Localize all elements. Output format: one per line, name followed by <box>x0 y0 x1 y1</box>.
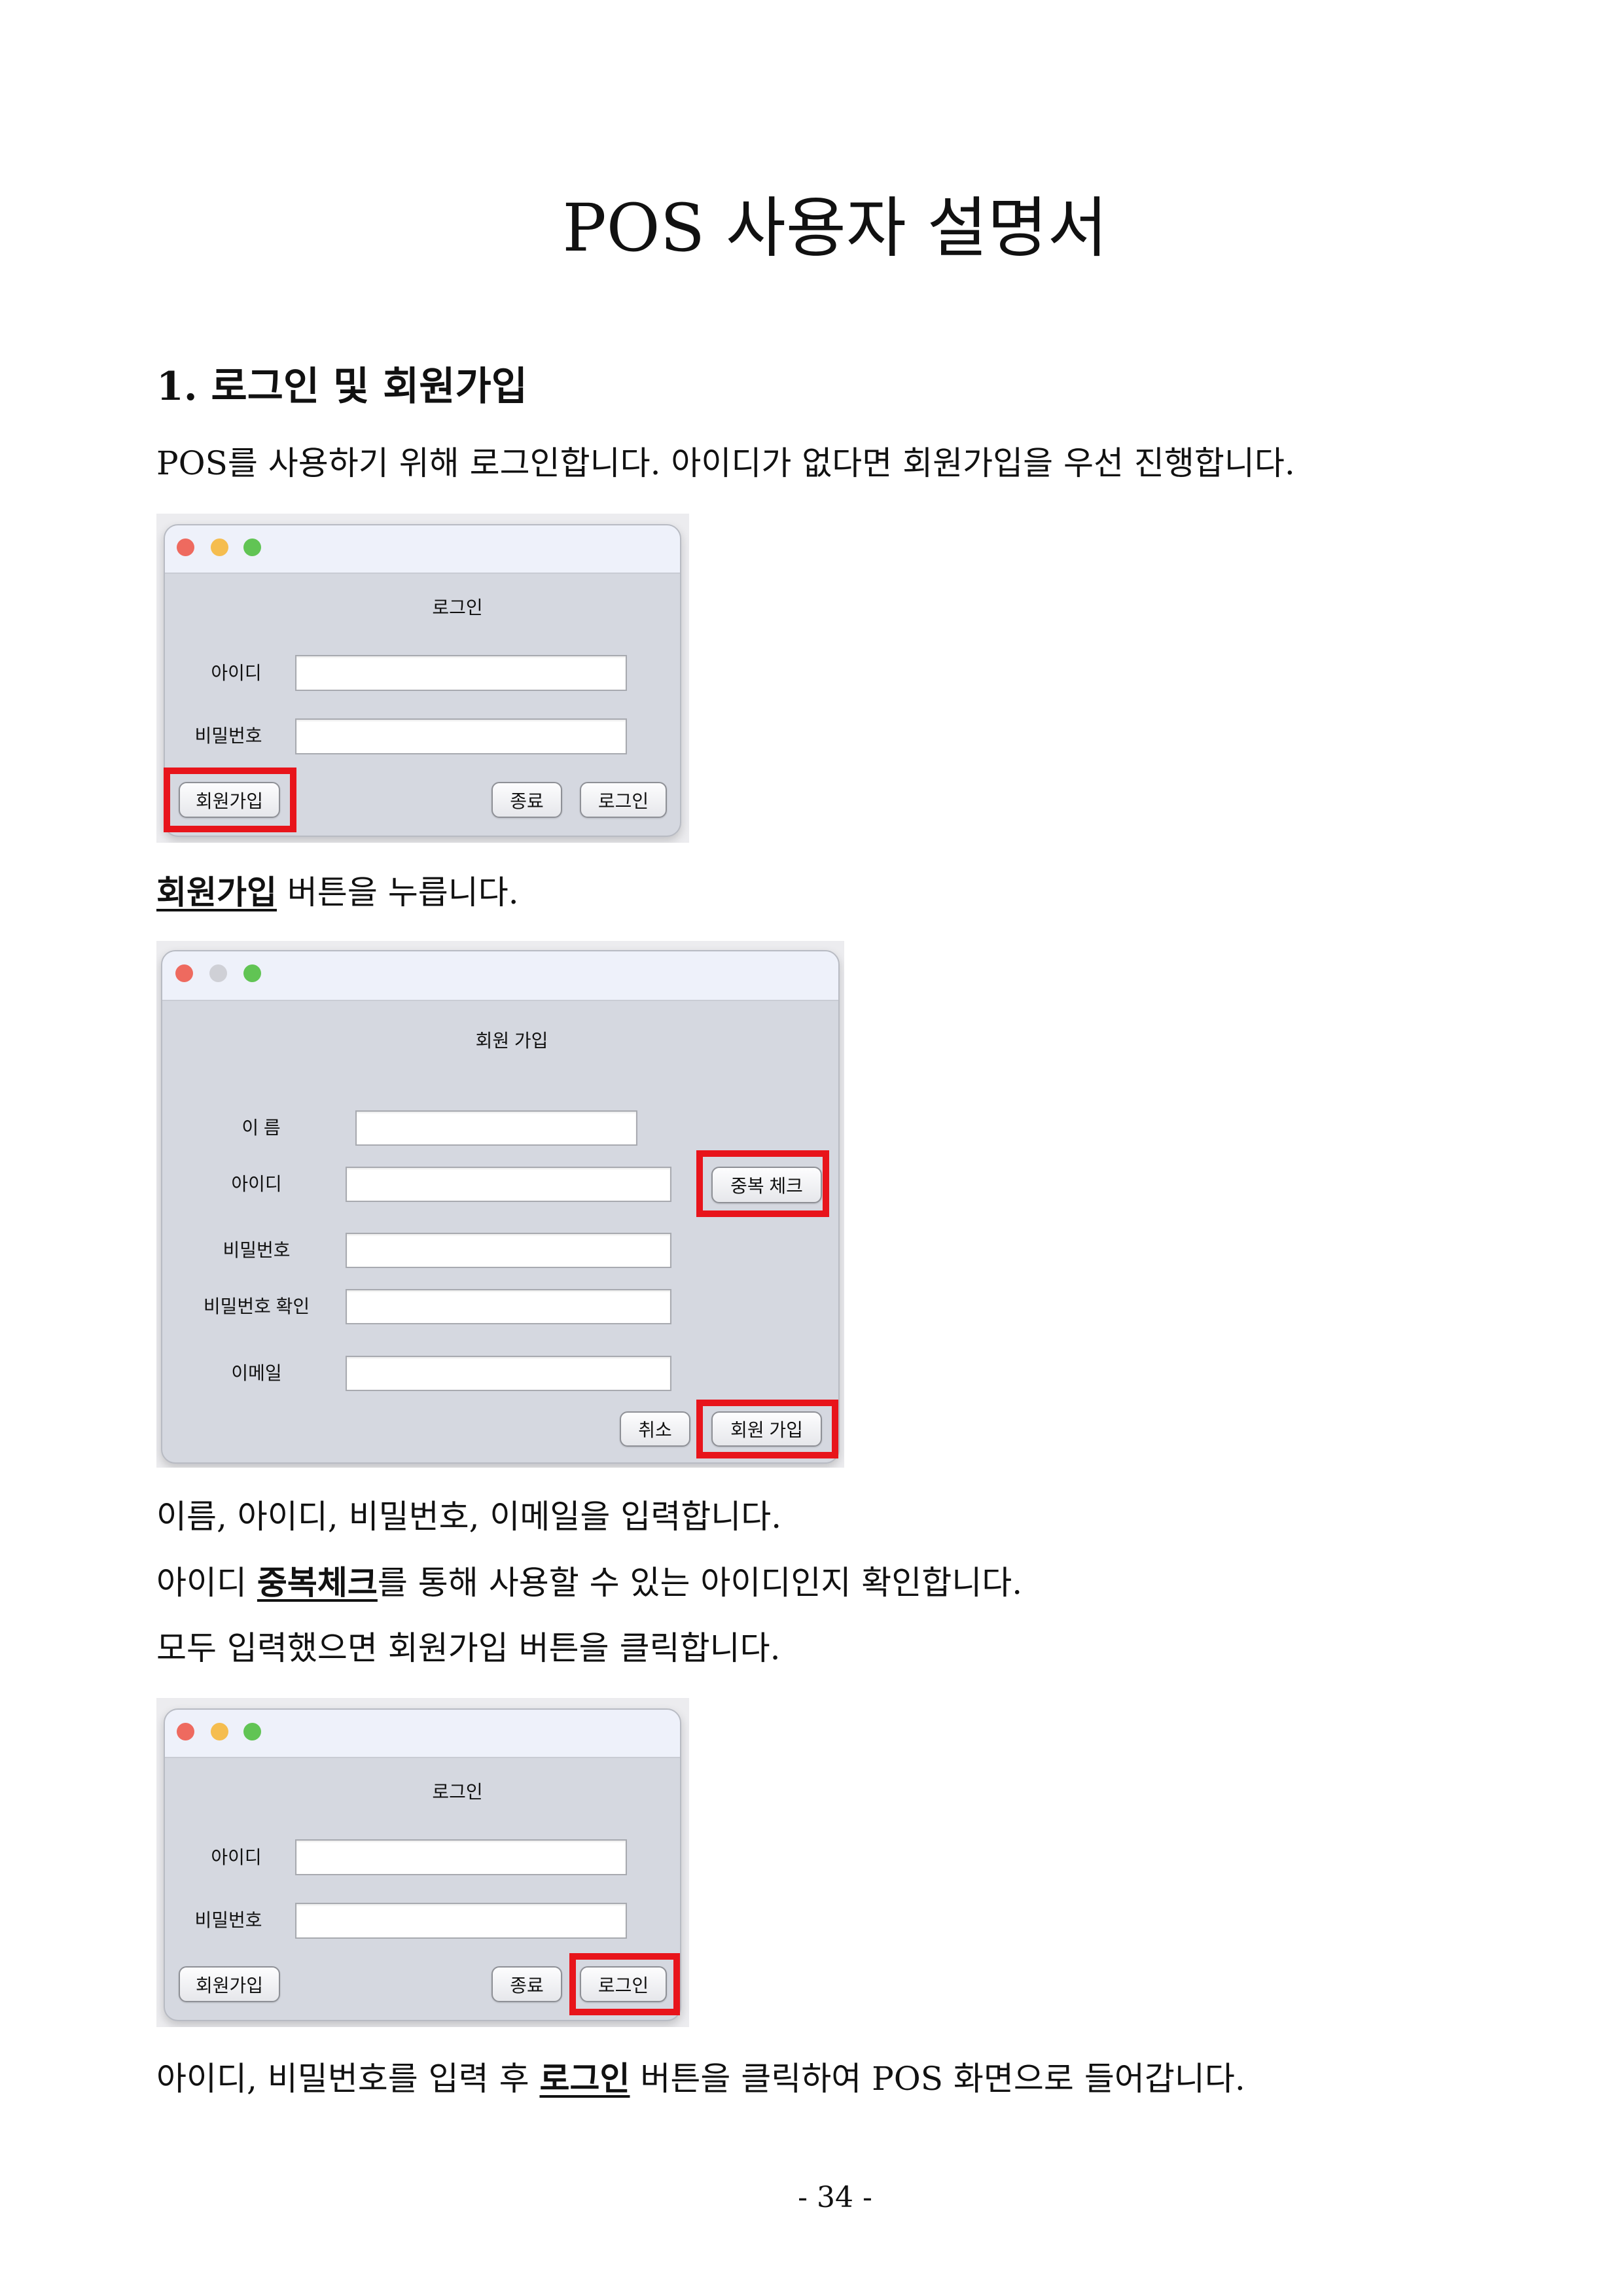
login-button: 로그인 <box>580 782 667 818</box>
id-label: 아이디 <box>211 663 262 683</box>
section-heading: 1. 로그인 및 회원가입 <box>156 364 527 410</box>
password-confirm-label: 비밀번호 확인 <box>203 1296 310 1316</box>
step-submit-text: 모두 입력했으면 회원가입 버튼을 클릭합니다. <box>156 1629 781 1667</box>
window-heading: 회원 가입 <box>475 1031 548 1051</box>
window-maximize-icon <box>243 1723 261 1740</box>
signup-window-screenshot: 회원 가입 이 름 아이디 중복 체크 비밀번호 비밀번호 확인 이메일 취소 … <box>156 941 844 1468</box>
highlight-box-submit <box>696 1400 838 1458</box>
name-field <box>355 1110 637 1146</box>
password-label: 비밀번호 <box>194 726 262 746</box>
window-minimize-icon <box>211 1723 228 1740</box>
name-label: 이 름 <box>241 1118 281 1138</box>
emphasis-login: 로그인 <box>539 2059 630 2098</box>
id-field <box>295 1839 627 1875</box>
emphasis-duplicate-check: 중복체크 <box>257 1563 378 1602</box>
exit-button: 종료 <box>491 1966 562 2002</box>
window-minimize-icon <box>211 539 228 556</box>
window-heading: 로그인 <box>432 1782 483 1802</box>
page-number: - 34 - <box>798 2181 872 2214</box>
password-label: 비밀번호 <box>194 1910 262 1930</box>
password-field <box>295 718 627 754</box>
id-field <box>346 1167 671 1202</box>
step-login-before: 아이디, 비밀번호를 입력 후 <box>156 2060 540 2098</box>
password-label: 비밀번호 <box>223 1240 291 1260</box>
email-label: 이메일 <box>231 1363 282 1383</box>
emphasis-signup: 회원가입 <box>156 873 277 911</box>
document-page: POS 사용자 설명서 1. 로그인 및 회원가입 POS를 사용하기 위해 로… <box>0 0 1623 2296</box>
window-close-icon <box>177 539 194 556</box>
step-login-text: 아이디, 비밀번호를 입력 후 로그인 버튼을 클릭하여 POS 화면으로 들어… <box>156 2056 1245 2102</box>
window-close-icon <box>175 964 193 982</box>
window-titlebar <box>162 951 838 1001</box>
exit-button: 종료 <box>491 782 562 818</box>
intro-text: POS를 사용하기 위해 로그인합니다. 아이디가 없다면 회원가입을 우선 진… <box>156 444 1295 482</box>
step-login-after: 버튼을 클릭하여 POS 화면으로 들어갑니다. <box>630 2060 1245 2098</box>
step-fill-text: 이름, 아이디, 비밀번호, 이메일을 입력합니다. <box>156 1498 782 1536</box>
cancel-button: 취소 <box>620 1411 690 1447</box>
password-field <box>295 1903 627 1939</box>
email-field <box>346 1356 671 1391</box>
window-titlebar <box>165 1710 680 1758</box>
window-heading: 로그인 <box>432 597 483 618</box>
step-signup-text: 회원가입 버튼을 누릅니다. <box>156 870 519 915</box>
id-label: 아이디 <box>231 1174 282 1194</box>
highlight-box-signup <box>164 768 296 832</box>
login-window-screenshot-2: 로그인 아이디 비밀번호 회원가입 종료 로그인 <box>156 1698 689 2027</box>
highlight-box-duplicate-check <box>696 1150 829 1217</box>
document-title: POS 사용자 설명서 <box>562 190 1108 266</box>
id-label: 아이디 <box>211 1847 262 1867</box>
password-confirm-field <box>346 1289 671 1324</box>
window-titlebar <box>165 525 680 574</box>
window-maximize-icon <box>243 539 261 556</box>
highlight-box-login <box>569 1953 680 2015</box>
step-check-text: 아이디 중복체크를 통해 사용할 수 있는 아이디인지 확인합니다. <box>156 1560 1022 1606</box>
step-check-after: 를 통해 사용할 수 있는 아이디인지 확인합니다. <box>377 1564 1023 1602</box>
window-minimize-icon <box>209 964 227 982</box>
step-check-before: 아이디 <box>156 1564 257 1602</box>
login-window-screenshot: 로그인 아이디 비밀번호 회원가입 종료 로그인 <box>156 514 689 843</box>
window-maximize-icon <box>243 964 261 982</box>
id-field <box>295 655 627 691</box>
password-field <box>346 1233 671 1268</box>
signup-button: 회원가입 <box>179 1966 280 2002</box>
step-signup-rest: 버튼을 누릅니다. <box>277 874 519 911</box>
window-close-icon <box>177 1723 194 1740</box>
